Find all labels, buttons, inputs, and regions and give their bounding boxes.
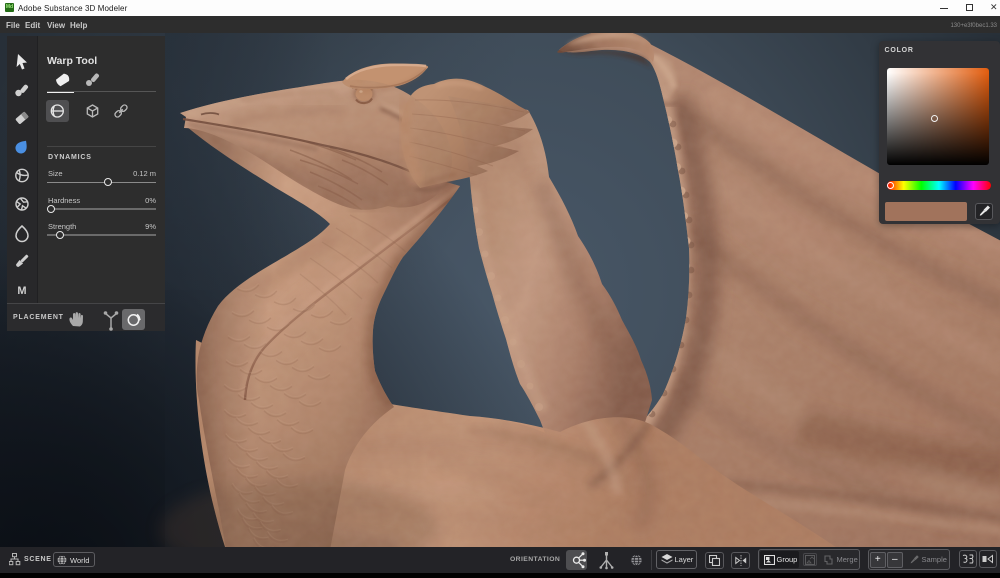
svg-text:M: M — [17, 285, 26, 297]
